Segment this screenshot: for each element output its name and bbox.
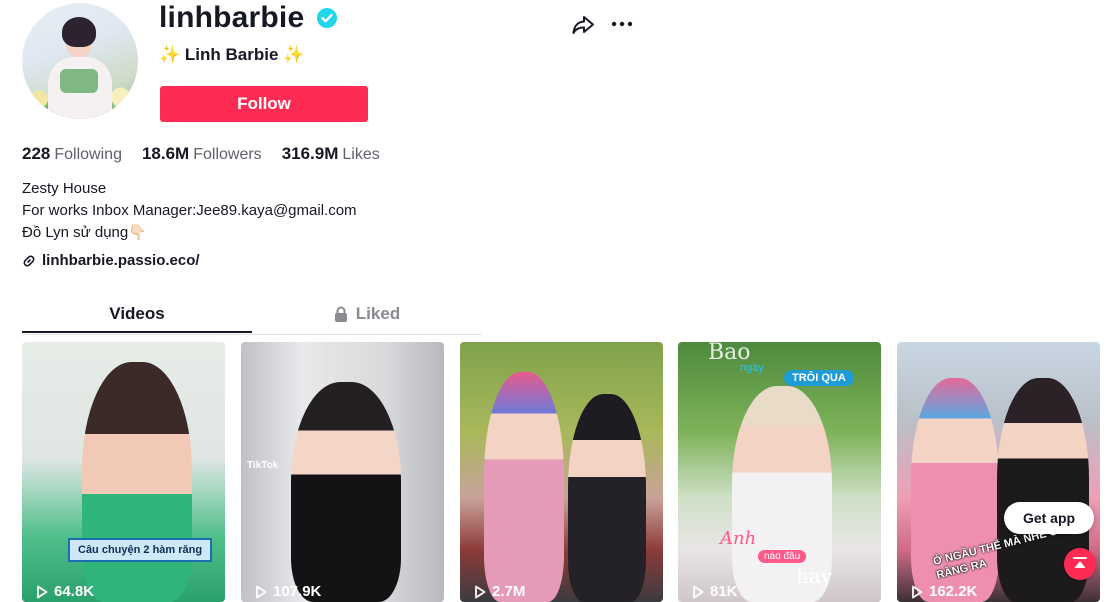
video-thumbnail-person xyxy=(291,382,401,602)
get-app-button[interactable]: Get app xyxy=(1004,502,1094,534)
video-card[interactable]: Câu chuyện 2 hàm răng 64.8K xyxy=(22,342,225,602)
play-icon xyxy=(912,585,923,598)
profile-bio: Zesty House For works Inbox Manager:Jee8… xyxy=(22,178,357,244)
likes-count: 316.9M xyxy=(281,144,339,163)
video-views: 64.8K xyxy=(36,583,94,600)
avatar-hair xyxy=(62,17,96,47)
video-card[interactable]: 2.7M xyxy=(460,342,663,602)
play-icon xyxy=(256,585,267,598)
video-card[interactable]: Bao ngày TRÔI QUA Anh nào đâu hay 81K xyxy=(678,342,881,602)
tab-liked[interactable]: Liked xyxy=(252,296,482,332)
video-views-count: 64.8K xyxy=(54,583,95,600)
video-views: 107.9K xyxy=(255,583,321,600)
profile-stats: 228 Following 18.6M Followers 316.9M Likes xyxy=(22,144,400,165)
profile-display-name: ✨ Linh Barbie ✨ xyxy=(159,45,305,64)
tab-videos[interactable]: Videos xyxy=(22,296,252,332)
following-stat[interactable]: 228 Following xyxy=(22,144,122,165)
following-label: Following xyxy=(54,146,122,163)
tab-liked-label: Liked xyxy=(355,304,401,323)
video-caption: nào đâu xyxy=(758,550,807,563)
play-icon xyxy=(693,585,704,598)
profile-link[interactable]: linhbarbie.passio.eco/ xyxy=(22,251,200,271)
video-views: 2.7M xyxy=(474,583,525,600)
likes-label: Likes xyxy=(342,146,380,163)
video-views-count: 162.2K xyxy=(929,583,978,600)
video-thumbnail-person xyxy=(82,362,192,602)
link-icon xyxy=(23,255,35,267)
tab-active-indicator xyxy=(22,331,252,333)
bio-line: For works Inbox Manager:Jee89.kaya@gmail… xyxy=(22,202,357,219)
arrow-up-icon xyxy=(1073,557,1087,568)
follow-button[interactable]: Follow xyxy=(160,86,368,122)
tiktok-watermark: TikTok xyxy=(247,460,279,471)
video-caption: Câu chuyện 2 hàm răng xyxy=(68,538,213,562)
followers-count: 18.6M xyxy=(141,144,190,163)
video-views-count: 2.7M xyxy=(492,583,526,600)
followers-label: Followers xyxy=(193,146,262,163)
play-icon xyxy=(475,585,486,598)
play-icon xyxy=(37,585,48,598)
video-views: 81K xyxy=(692,583,738,600)
share-icon[interactable] xyxy=(570,12,596,38)
likes-stat: 316.9M Likes xyxy=(282,144,380,165)
profile-tabs: Videos Liked xyxy=(22,296,482,335)
video-thumbnail-person xyxy=(484,372,564,602)
video-caption: Anh xyxy=(720,528,757,549)
profile-avatar[interactable] xyxy=(22,3,138,119)
lock-icon xyxy=(334,306,347,322)
following-count: 228 xyxy=(22,144,51,163)
profile-username: linhbarbie xyxy=(159,1,305,34)
verified-badge-icon xyxy=(317,8,337,28)
profile-link-text: linhbarbie.passio.eco/ xyxy=(42,252,200,269)
more-options-icon[interactable] xyxy=(610,12,634,36)
video-card[interactable]: TikTok 107.9K xyxy=(241,342,444,602)
bio-line: Đồ Lyn sử dụng👇🏻 xyxy=(22,224,147,241)
video-caption: TRÔI QUA xyxy=(784,370,854,386)
video-thumbnail-person xyxy=(568,394,646,602)
bio-line: Zesty House xyxy=(22,180,107,197)
video-views-count: 107.9K xyxy=(273,583,322,600)
avatar-cake xyxy=(60,69,98,93)
scroll-to-top-button[interactable] xyxy=(1064,548,1096,580)
video-views-count: 81K xyxy=(710,583,738,600)
followers-stat[interactable]: 18.6M Followers xyxy=(142,144,262,165)
video-caption: hay xyxy=(796,564,833,588)
video-views: 162.2K xyxy=(911,583,977,600)
video-caption: ngày xyxy=(740,362,764,374)
tab-videos-label: Videos xyxy=(109,304,165,323)
